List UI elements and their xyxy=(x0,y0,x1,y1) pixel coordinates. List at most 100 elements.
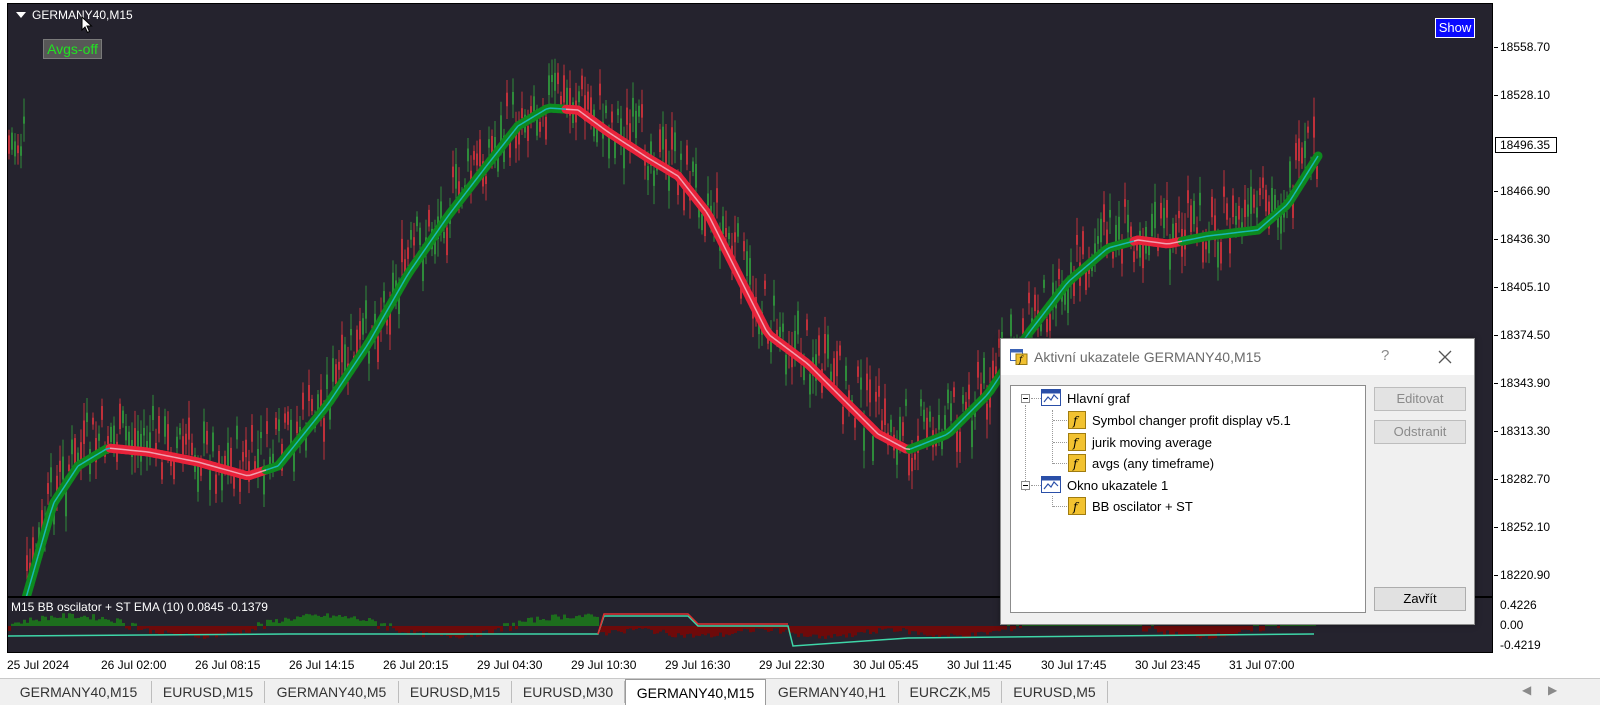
candle-body xyxy=(782,323,784,332)
candle-body xyxy=(359,321,361,340)
candle-body xyxy=(809,374,811,395)
candle-body xyxy=(212,432,214,452)
candle-body xyxy=(1316,165,1318,180)
tab-eurusd-m5[interactable]: EURUSD,M5 xyxy=(1002,681,1108,703)
tree-item-main-chart[interactable]: Hlavní graf xyxy=(1041,388,1130,408)
oscillator-bar xyxy=(575,616,578,626)
candle-body xyxy=(410,230,412,240)
candle-body xyxy=(944,415,946,430)
candle-body xyxy=(416,216,418,227)
tree-label: avgs (any timeframe) xyxy=(1092,455,1215,471)
candle-body xyxy=(749,258,751,285)
tab-eurusd-m15-2[interactable]: EURUSD,M15 xyxy=(399,681,512,703)
oscillator-bar xyxy=(980,626,983,632)
oscillator-bar xyxy=(551,614,554,626)
tab-eurusd-m30[interactable]: EURUSD,M30 xyxy=(512,681,625,703)
close-button[interactable]: Zavřít xyxy=(1374,587,1466,611)
price-scale[interactable]: 18558.70 18528.10 18496.35 18466.90 1843… xyxy=(1494,0,1600,655)
candle-body xyxy=(1103,204,1105,223)
chart-symbol-title[interactable]: GERMANY40,M15 xyxy=(16,8,133,22)
oscillator-bar xyxy=(851,626,854,638)
candle-body xyxy=(860,377,862,390)
tab-eurczk-m5[interactable]: EURCZK,M5 xyxy=(899,681,1002,703)
oscillator-bar xyxy=(299,617,302,626)
tab-eurusd-m15[interactable]: EURUSD,M15 xyxy=(152,681,265,703)
oscillator-bar xyxy=(983,626,986,633)
oscillator-bar xyxy=(734,626,737,633)
oscillator-bar xyxy=(1160,626,1163,632)
tab-scroll-left-icon[interactable]: ◀ xyxy=(1522,683,1531,697)
dialog-titlebar[interactable]: f Aktivní ukazatele GERMANY40,M15 ? xyxy=(1001,339,1474,375)
oscillator-bar xyxy=(1175,626,1178,632)
candle-body xyxy=(1178,210,1180,219)
candle-body xyxy=(899,416,901,444)
time-axis[interactable]: 25 Jul 2024 26 Jul 02:00 26 Jul 08:15 26… xyxy=(0,654,1494,676)
candle-body xyxy=(1298,138,1300,162)
avgs-toggle-button[interactable]: Avgs-off xyxy=(43,39,102,59)
oscillator-bar xyxy=(380,623,383,626)
oscillator-bar xyxy=(245,626,248,633)
oscillator-bar xyxy=(617,626,620,632)
tab-germany40-m15[interactable]: GERMANY40,M15 xyxy=(6,681,152,703)
tab-germany40-m5[interactable]: GERMANY40,M5 xyxy=(265,681,399,703)
candle-body xyxy=(626,107,628,125)
candle-body xyxy=(1205,242,1207,250)
remove-button[interactable]: Odstranit xyxy=(1374,420,1466,444)
show-button[interactable]: Show xyxy=(1435,18,1475,38)
oscillator-bar xyxy=(77,617,80,626)
oscillator-bar xyxy=(65,618,68,626)
candle-body xyxy=(506,92,508,107)
candle-body xyxy=(1295,143,1297,161)
candle-body xyxy=(635,110,637,139)
oscillator-bar xyxy=(206,626,209,638)
oscillator-bar xyxy=(188,626,191,635)
time-label: 30 Jul 11:45 xyxy=(947,658,1012,672)
tree-item-indicator[interactable]: f BB oscilator + ST xyxy=(1068,496,1193,516)
candle-body xyxy=(452,166,454,178)
oscillator-bar xyxy=(1181,626,1184,635)
candle-body xyxy=(1220,242,1222,264)
collapse-main-chart-icon[interactable] xyxy=(1021,394,1030,403)
candle-body xyxy=(278,419,280,432)
candle-body xyxy=(311,398,313,412)
candle-body xyxy=(308,384,310,401)
oscillator-bar xyxy=(392,626,395,629)
candle-body xyxy=(1142,242,1144,269)
indicators-tree[interactable]: Hlavní graf f Symbol changer profit disp… xyxy=(1010,385,1366,613)
candle-body xyxy=(1127,214,1129,233)
help-button[interactable]: ? xyxy=(1381,347,1389,364)
oscillator-bar xyxy=(722,626,725,637)
oscillator-bar xyxy=(1277,626,1280,629)
oscillator-bar xyxy=(314,614,317,626)
tree-item-indicator[interactable]: f avgs (any timeframe) xyxy=(1068,453,1214,473)
oscillator-bar xyxy=(242,626,245,630)
oscillator-bar xyxy=(83,615,86,626)
tab-germany40-h1[interactable]: GERMANY40,H1 xyxy=(766,681,899,703)
tree-item-indicator-window[interactable]: Okno ukazatele 1 xyxy=(1041,475,1168,495)
oscillator-bar xyxy=(335,616,338,626)
oscillator-bar xyxy=(920,626,923,633)
tree-item-indicator[interactable]: f jurik moving average xyxy=(1068,432,1212,452)
candle-body xyxy=(680,153,682,160)
candle-body xyxy=(326,374,328,390)
candle-body xyxy=(71,439,73,455)
candle-body xyxy=(797,310,799,335)
candle-body xyxy=(1301,147,1303,164)
close-icon[interactable] xyxy=(1437,349,1453,365)
collapse-indicator-window-icon[interactable] xyxy=(1021,481,1030,490)
tab-germany40-m15-active[interactable]: GERMANY40,M15 xyxy=(625,679,766,705)
oscillator-bar xyxy=(56,617,59,626)
dropdown-triangle-icon[interactable] xyxy=(16,12,26,18)
candle-body xyxy=(350,329,352,336)
candle-body xyxy=(557,72,559,85)
candle-body xyxy=(1289,161,1291,188)
candle-body xyxy=(287,411,289,425)
candle-body xyxy=(728,232,730,240)
candle-body xyxy=(1160,202,1162,219)
moving-average-core xyxy=(1181,239,1187,242)
edit-button[interactable]: Editovat xyxy=(1374,387,1466,411)
tree-item-indicator[interactable]: f Symbol changer profit display v5.1 xyxy=(1068,410,1291,430)
moving-average-core xyxy=(153,452,159,455)
oscillator-bar xyxy=(614,626,617,631)
tab-scroll-right-icon[interactable]: ▶ xyxy=(1548,683,1557,697)
